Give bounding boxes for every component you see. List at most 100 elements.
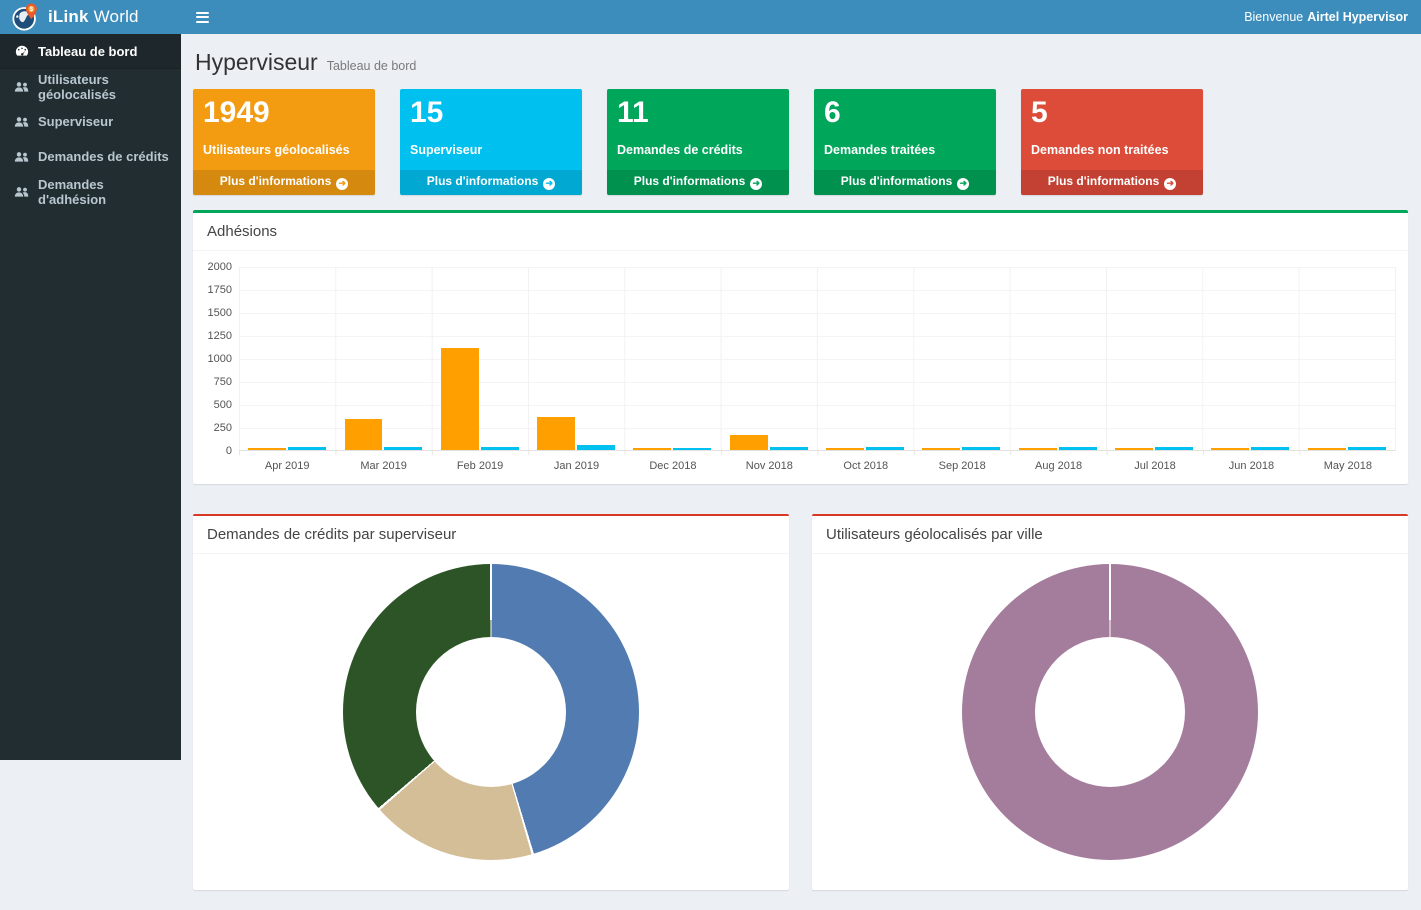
y-tick-label: 0	[226, 445, 232, 457]
bar	[1115, 448, 1153, 450]
more-info-label: Plus d'informations	[634, 174, 746, 188]
y-tick-label: 500	[214, 399, 232, 411]
info-box-more-link[interactable]: Plus d'informations ➜	[1021, 170, 1203, 195]
info-box-value: 1949	[203, 96, 365, 129]
x-tick-label: Aug 2018	[1010, 460, 1106, 472]
users-icon	[14, 186, 29, 198]
x-tick-label: Nov 2018	[721, 460, 817, 472]
bar	[1155, 447, 1193, 449]
info-box-demandes-traitees: 6Demandes traitéesPlus d'informations➜	[814, 89, 996, 195]
x-axis-ticks	[239, 451, 1396, 455]
dashboard-icon	[14, 44, 29, 58]
arrow-circle-right-icon: ➜	[957, 178, 969, 190]
page-title: Hyperviseur	[195, 49, 318, 76]
bar	[770, 447, 808, 449]
users-icon	[14, 151, 29, 163]
y-tick-label: 750	[214, 376, 232, 388]
users-icon	[14, 116, 29, 128]
bar	[1308, 448, 1346, 450]
info-box-utilisateurs-geolocalises: 1949 Utilisateurs géolocalisés Plus d'info…	[193, 89, 375, 195]
bar-group-jun-2018	[1202, 267, 1298, 450]
arrow-circle-right-icon: ➜	[750, 178, 762, 190]
bar-group-feb-2019	[432, 267, 528, 450]
x-tick-label: Mar 2019	[335, 460, 431, 472]
bar-group-mar-2019	[335, 267, 431, 450]
donut-hole	[416, 637, 566, 787]
bar-group-oct-2018	[817, 267, 913, 450]
bar	[481, 447, 519, 449]
y-tick-label: 1250	[208, 330, 232, 342]
x-tick-label: Apr 2019	[239, 460, 335, 472]
credits-by-supervisor-card: Demandes de crédits par superviseur	[193, 514, 789, 890]
arrow-circle-right-icon: ➜	[543, 178, 555, 190]
bar-group-may-2018	[1299, 267, 1395, 450]
user-menu[interactable]: Bienvenue Airtel Hypervisor	[1244, 0, 1421, 34]
bar	[673, 448, 711, 450]
x-tick-label: Oct 2018	[818, 460, 914, 472]
credits-by-supervisor-donut	[343, 564, 639, 860]
users-icon	[14, 81, 29, 93]
sidebar-item-demandes-de-credits[interactable]: Demandes de crédits	[0, 139, 181, 174]
sidebar-menu: Tableau de bordUtilisateurs géolocalisés…	[0, 34, 181, 209]
brand-name: iLink World	[48, 7, 139, 27]
x-tick-label: Jan 2019	[528, 460, 624, 472]
bar-group-dec-2018	[624, 267, 720, 450]
info-box-more-link[interactable]: Plus d'informations ➜	[607, 170, 789, 195]
adhesions-card-title: Adhésions	[193, 213, 1408, 251]
info-box-label: Utilisateurs géolocalisés	[203, 143, 365, 157]
bar	[1211, 448, 1249, 450]
breadcrumb: Tableau de bord	[327, 59, 417, 73]
x-tick-label: Dec 2018	[625, 460, 721, 472]
info-box-label: Superviseur	[410, 143, 572, 157]
x-tick-label: Sep 2018	[914, 460, 1010, 472]
more-info-label: Plus d'informations	[427, 174, 539, 188]
info-box-label: Demandes de crédits	[617, 143, 779, 157]
info-box-more-link[interactable]: Plus d'informations ➜	[400, 170, 582, 195]
bar	[384, 447, 422, 449]
bar	[441, 348, 479, 449]
bar	[922, 448, 960, 450]
bar	[633, 448, 671, 450]
info-box-demandes-non-traitees: 5Demandes non traitéesPlus d'information…	[1021, 89, 1203, 195]
sidebar-item-tableau-de-bord[interactable]: Tableau de bord	[0, 34, 181, 69]
users-by-city-card: Utilisateurs géolocalisés par ville	[812, 514, 1408, 890]
bar-group-jan-2019	[528, 267, 624, 450]
adhesions-card: Adhésions 025050075010001250150017502000…	[193, 210, 1408, 484]
navbar-strip: Bienvenue Airtel Hypervisor	[181, 0, 1421, 34]
y-tick-label: 1000	[208, 353, 232, 365]
sidebar-item-demandes-adhesion[interactable]: Demandes d'adhésion	[0, 174, 181, 209]
bar-group-jul-2018	[1106, 267, 1202, 450]
svg-text:$: $	[30, 6, 34, 13]
y-tick-label: 250	[214, 422, 232, 434]
sidebar-item-label: Demandes d'adhésion	[38, 177, 173, 207]
more-info-label: Plus d'informations	[1048, 174, 1160, 188]
x-tick-label: Jul 2018	[1107, 460, 1203, 472]
x-tick-label: May 2018	[1300, 460, 1396, 472]
bar-group-aug-2018	[1010, 267, 1106, 450]
info-box-value: 15	[410, 96, 572, 129]
bar	[577, 445, 615, 449]
bar	[1251, 447, 1289, 449]
bar	[248, 448, 286, 450]
sidebar-item-superviseur[interactable]: Superviseur	[0, 104, 181, 139]
bar	[962, 447, 1000, 449]
sidebar-item-utilisateurs-geolocalises[interactable]: Utilisateurs géolocalisés	[0, 69, 181, 104]
bar	[345, 419, 383, 449]
app-logo[interactable]: $ iLink World	[0, 0, 181, 34]
credits-by-supervisor-title: Demandes de crédits par superviseur	[193, 516, 789, 554]
x-axis-labels: Apr 2019Mar 2019Feb 2019Jan 2019Dec 2018…	[239, 460, 1396, 472]
y-tick-label: 2000	[208, 261, 232, 273]
info-box-more-link[interactable]: Plus d'informations➜	[814, 170, 996, 195]
info-box-more-link[interactable]: Plus d'informations➜	[193, 170, 375, 195]
bar	[866, 447, 904, 449]
info-box-superviseur: 15 Superviseur Plus d'informations ➜	[400, 89, 582, 195]
more-info-label: Plus d'informations	[220, 174, 332, 188]
arrow-circle-right-icon: ➜	[1164, 178, 1176, 190]
welcome-prefix: Bienvenue	[1244, 10, 1303, 24]
sidebar-item-label: Utilisateurs géolocalisés	[38, 72, 173, 102]
bar	[730, 435, 768, 449]
sidebar-toggle-button[interactable]	[181, 0, 223, 34]
top-navbar: $ iLink World Bienvenue Airtel Hyperviso…	[0, 0, 1421, 34]
x-tick-label: Feb 2019	[432, 460, 528, 472]
y-tick-label: 1500	[208, 307, 232, 319]
